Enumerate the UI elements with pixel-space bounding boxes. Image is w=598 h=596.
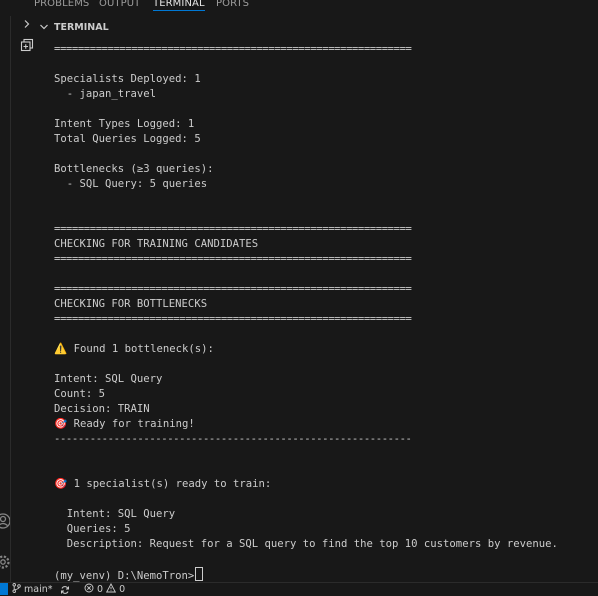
terminal-separator: ========================================…: [54, 252, 598, 267]
terminal-line-text: ========================================…: [54, 223, 412, 235]
sidebar-divider: [10, 16, 11, 584]
warning-icon: [106, 583, 117, 593]
terminal-line-text: ========================================…: [54, 43, 412, 55]
terminal-line-text: ========================================…: [54, 313, 412, 325]
terminal-line: - japan_travel: [54, 87, 598, 102]
terminal-line-text: ----------------------------------------…: [54, 433, 412, 445]
terminal-line-text: ========================================…: [54, 283, 412, 295]
terminal-separator: ========================================…: [54, 42, 598, 57]
terminal-line: Bottlenecks (≥3 queries):: [54, 162, 598, 177]
terminal-cursor: [195, 567, 204, 581]
terminal-line-text: Decision: TRAIN: [54, 403, 150, 415]
branch-name: main*: [24, 584, 53, 595]
branch-item[interactable]: main*: [12, 583, 53, 596]
terminal-line-text: Count: 5: [54, 388, 106, 400]
chevron-down-icon[interactable]: [38, 21, 50, 33]
tab-problems[interactable]: PROBLEMS: [34, 0, 89, 12]
chevron-right-icon[interactable]: [22, 19, 32, 29]
terminal-line: Total Queries Logged: 5: [54, 132, 598, 147]
terminal-line: - SQL Query: 5 queries: [54, 177, 598, 192]
terminal-line-text: ========================================…: [54, 253, 412, 265]
panel-tab-bar: PROBLEMS OUTPUT TERMINAL PORTS: [0, 0, 598, 16]
terminal-line: ⚠️ Found 1 bottleneck(s):: [54, 342, 598, 357]
terminal-line: 🎯 Ready for training!: [54, 417, 598, 432]
status-bar: main* 0 0: [0, 582, 598, 595]
error-count: 0: [97, 584, 104, 595]
terminal-line-text: ⚠️ Found 1 bottleneck(s):: [54, 343, 214, 355]
terminal-line: Intent: SQL Query: [54, 507, 598, 522]
terminal-line: CHECKING FOR TRAINING CANDIDATES: [54, 237, 598, 252]
terminal-line: Intent: SQL Query: [54, 372, 598, 387]
terminal-line: 🎯 1 specialist(s) ready to train:: [54, 477, 598, 492]
terminal-line-text: - SQL Query: 5 queries: [54, 178, 208, 190]
warning-count: 0: [119, 584, 126, 595]
activity-bar: [0, 16, 11, 595]
terminal-line-text: CHECKING FOR TRAINING CANDIDATES: [54, 238, 259, 250]
tab-output[interactable]: OUTPUT: [99, 0, 140, 12]
remote-indicator[interactable]: [0, 583, 8, 595]
terminal-line-text: CHECKING FOR BOTTLENECKS: [54, 298, 208, 310]
terminal-separator: ========================================…: [54, 282, 598, 297]
terminal-output[interactable]: ========================================…: [54, 42, 598, 582]
problems-indicator[interactable]: 0 0: [84, 583, 125, 596]
terminal-line-text: 🎯 1 specialist(s) ready to train:: [54, 478, 272, 490]
terminal-line-text: Specialists Deployed: 1: [54, 73, 201, 85]
terminal-line-text: Bottlenecks (≥3 queries):: [54, 163, 214, 175]
new-terminal-icon[interactable]: [20, 38, 34, 52]
terminal-prompt[interactable]: (my_venv) D:\NemoTron>: [54, 567, 598, 582]
terminal-line-text: - japan_travel: [54, 88, 157, 100]
terminal-line: Intent Types Logged: 1: [54, 117, 598, 132]
terminal-line: Queries: 5: [54, 522, 598, 537]
terminal-line-text: (my_venv) D:\NemoTron>: [54, 570, 195, 582]
terminal-line: Count: 5: [54, 387, 598, 402]
terminal-line-text: 🎯 Ready for training!: [54, 418, 195, 430]
sync-icon[interactable]: [60, 585, 70, 595]
terminal-separator: ========================================…: [54, 312, 598, 327]
terminal-line: CHECKING FOR BOTTLENECKS: [54, 297, 598, 312]
terminal-line-text: Total Queries Logged: 5: [54, 133, 201, 145]
terminal-line-text: Description: Request for a SQL query to …: [54, 538, 558, 550]
error-icon: [84, 583, 94, 593]
terminal-separator: ----------------------------------------…: [54, 432, 598, 447]
tab-terminal[interactable]: TERMINAL: [153, 0, 205, 12]
terminal-separator: ========================================…: [54, 222, 598, 237]
source-control-icon: [12, 583, 21, 593]
terminal-line: Decision: TRAIN: [54, 402, 598, 417]
terminal-line-text: Intent Types Logged: 1: [54, 118, 195, 130]
terminal-line-text: Intent: SQL Query: [54, 508, 176, 520]
section-title[interactable]: TERMINAL: [54, 21, 109, 35]
terminal-line: Specialists Deployed: 1: [54, 72, 598, 87]
terminal-line: Description: Request for a SQL query to …: [54, 537, 598, 552]
terminal-line-text: Intent: SQL Query: [54, 373, 163, 385]
terminal-line-text: Queries: 5: [54, 523, 131, 535]
tab-ports[interactable]: PORTS: [216, 0, 249, 12]
